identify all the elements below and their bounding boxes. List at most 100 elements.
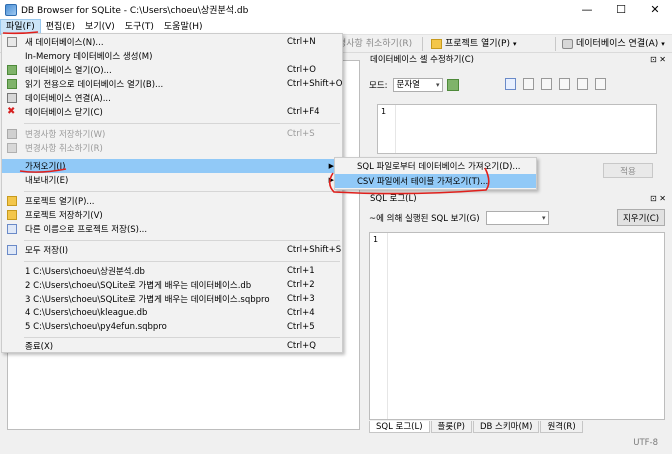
save-project-icon bbox=[7, 210, 17, 220]
menu-recent-2[interactable]: 2 C:\Users\choeu\SQLite로 가볍게 배우는 데이터베이스.… bbox=[2, 278, 342, 292]
database-icon bbox=[562, 39, 573, 49]
sql-log-title-text: SQL 로그(L) bbox=[370, 194, 417, 204]
sql-log-view[interactable]: 1 bbox=[369, 232, 665, 420]
dock-controls-icon[interactable]: ⊡ ✕ bbox=[650, 54, 666, 66]
menu-label: 모두 저장(I) bbox=[25, 246, 69, 256]
menu-separator bbox=[24, 240, 340, 241]
null-icon[interactable] bbox=[577, 78, 588, 90]
open-readonly-icon bbox=[7, 79, 17, 89]
mode-label: 모드: bbox=[369, 81, 388, 91]
menu-in-memory-database[interactable]: In-Memory 데이터베이스 생성(M) bbox=[2, 49, 342, 63]
menu-shortcut: Ctrl+5 bbox=[287, 322, 315, 332]
menu-label: 새 데이터베이스(N)... bbox=[25, 38, 104, 48]
line-number: 1 bbox=[378, 105, 396, 153]
save-all-icon bbox=[7, 245, 17, 255]
save-icon bbox=[7, 129, 17, 139]
revert-changes-label: 경사항 취소하기(R) bbox=[338, 39, 413, 49]
sql-log-dock-title: SQL 로그(L) ⊡ ✕ bbox=[367, 193, 670, 205]
menu-shortcut: Ctrl+Q bbox=[287, 341, 316, 351]
edit-cell-dock-title: 데이터베이스 셀 수정하기(C) ⊡ ✕ bbox=[367, 54, 670, 66]
export-icon[interactable] bbox=[559, 78, 570, 90]
folder-icon bbox=[7, 196, 17, 206]
text-mode-icon[interactable] bbox=[505, 78, 516, 90]
auto-switch-icon[interactable] bbox=[446, 79, 459, 91]
menu-open-database[interactable]: 데이터베이스 열기(O)... Ctrl+O bbox=[2, 63, 342, 77]
log-filter-label: ~에 의해 실행된 SQL 보기(G) bbox=[369, 214, 480, 224]
close-button[interactable]: ✕ bbox=[638, 0, 672, 19]
attach-database-button[interactable]: 데이터베이스 연결(A) ▾ bbox=[562, 37, 665, 51]
menu-label: 데이터베이스 닫기(C) bbox=[25, 108, 103, 118]
maximize-button[interactable]: ☐ bbox=[604, 0, 638, 19]
menu-import-from-csv[interactable]: CSV 파일에서 테이블 가져오기(T)... bbox=[335, 174, 536, 188]
menu-open-readonly[interactable]: 읽기 전용으로 데이터베이스 열기(B)... Ctrl+Shift+O bbox=[2, 77, 342, 91]
menu-import[interactable]: 가져오기(I) ▶ bbox=[2, 159, 342, 173]
menu-save-all[interactable]: 모두 저장(I) Ctrl+Shift+S bbox=[2, 243, 342, 257]
menu-shortcut: Ctrl+3 bbox=[287, 294, 315, 304]
apply-button[interactable]: 적용 bbox=[603, 163, 653, 178]
tab-remote[interactable]: 원격(R) bbox=[540, 421, 583, 433]
dock-controls-icon[interactable]: ⊡ ✕ bbox=[650, 193, 666, 205]
folder-icon bbox=[431, 39, 442, 49]
menu-save-project[interactable]: 프로젝트 저장하기(V) bbox=[2, 208, 342, 222]
import-icon[interactable] bbox=[541, 78, 552, 90]
open-project-label: 프로젝트 열기(P) bbox=[445, 39, 510, 49]
menu-label: 변경사항 저장하기(W) bbox=[25, 130, 106, 140]
open-project-button[interactable]: 프로젝트 열기(P) ▾ bbox=[431, 37, 517, 51]
chevron-down-icon: ▾ bbox=[513, 40, 517, 48]
open-database-icon bbox=[7, 65, 17, 75]
tab-sql-log[interactable]: SQL 로그(L) bbox=[369, 421, 430, 433]
attach-database-label: 데이터베이스 연결(A) bbox=[576, 39, 659, 49]
new-database-icon bbox=[7, 37, 17, 47]
tab-plot[interactable]: 플롯(P) bbox=[430, 421, 472, 433]
menu-import-from-sql[interactable]: SQL 파일로부터 데이터베이스 가져오기(D)... bbox=[335, 159, 536, 173]
mode-select[interactable]: 문자열 ▾ bbox=[392, 78, 443, 92]
menu-label: 프로젝트 열기(P)... bbox=[25, 197, 95, 207]
line-number: 1 bbox=[370, 233, 388, 419]
menu-close-database[interactable]: ✖ 데이터베이스 닫기(C) Ctrl+F4 bbox=[2, 105, 342, 119]
tab-db-schema[interactable]: DB 스키마(M) bbox=[472, 421, 540, 433]
menu-label: 4 C:\Users\choeu\kleague.db bbox=[25, 308, 148, 318]
save-as-icon bbox=[7, 224, 17, 234]
menu-recent-5[interactable]: 5 C:\Users\choeu\py4efun.sqbpro Ctrl+5 bbox=[2, 320, 342, 334]
menu-shortcut: Ctrl+Shift+O bbox=[287, 79, 343, 89]
menu-separator bbox=[24, 123, 340, 124]
menu-new-database[interactable]: 새 데이터베이스(N)... Ctrl+N bbox=[2, 35, 342, 49]
menu-revert-changes[interactable]: 변경사항 취소하기(R) bbox=[2, 141, 342, 155]
menu-open-project[interactable]: 프로젝트 열기(P)... bbox=[2, 194, 342, 208]
menu-label: SQL 파일로부터 데이터베이스 가져오기(D)... bbox=[357, 162, 521, 172]
log-source-select[interactable]: ▾ bbox=[485, 211, 549, 225]
chevron-down-icon: ▾ bbox=[661, 40, 665, 48]
menu-shortcut: Ctrl+S bbox=[287, 129, 315, 139]
menu-recent-3[interactable]: 3 C:\Users\choeu\SQLite로 가볍게 배우는 데이터베이스.… bbox=[2, 292, 342, 306]
menu-label: 프로젝트 저장하기(V) bbox=[25, 211, 103, 221]
menu-attach-database[interactable]: 데이터베이스 연결(A)... bbox=[2, 91, 342, 105]
menu-exit[interactable]: 종료(X) Ctrl+Q bbox=[2, 339, 342, 353]
menu-shortcut: Ctrl+O bbox=[287, 65, 316, 75]
menu-write-changes[interactable]: 변경사항 저장하기(W) Ctrl+S bbox=[2, 127, 342, 141]
cell-editor[interactable]: 1 bbox=[377, 104, 657, 154]
menu-shortcut: Ctrl+F4 bbox=[287, 107, 320, 117]
menu-export[interactable]: 내보내기(E) ▶ bbox=[2, 173, 342, 187]
title-bar: DB Browser for SQLite - C:\Users\choeu\상… bbox=[0, 0, 672, 19]
revert-changes-button[interactable]: 경사항 취소하기(R) bbox=[338, 37, 412, 51]
clear-log-button[interactable]: 지우기(C) bbox=[617, 209, 665, 226]
log-filter-row: ~에 의해 실행된 SQL 보기(G) ▾ bbox=[369, 210, 549, 226]
menu-label: 변경사항 취소하기(R) bbox=[25, 144, 103, 154]
chevron-down-icon: ▾ bbox=[542, 214, 546, 222]
menu-label: 다른 이름으로 프로젝트 저장(S)... bbox=[25, 225, 148, 235]
menu-label: 내보내기(E) bbox=[25, 176, 69, 186]
dock-tabs: SQL 로그(L) 플롯(P) DB 스키마(M) 원격(R) bbox=[369, 421, 584, 433]
menu-label: 3 C:\Users\choeu\SQLite로 가볍게 배우는 데이터베이스.… bbox=[25, 295, 270, 305]
print-icon[interactable] bbox=[595, 78, 606, 90]
minimize-button[interactable]: — bbox=[570, 0, 604, 19]
menu-label: 데이터베이스 연결(A)... bbox=[25, 94, 111, 104]
menu-shortcut: Ctrl+2 bbox=[287, 280, 315, 290]
menu-recent-1[interactable]: 1 C:\Users\choeu\상권분석.db Ctrl+1 bbox=[2, 264, 342, 278]
status-bar: UTF-8 bbox=[0, 435, 672, 454]
menu-save-project-as[interactable]: 다른 이름으로 프로젝트 저장(S)... bbox=[2, 222, 342, 236]
document-icon[interactable] bbox=[523, 78, 534, 90]
menu-label: 읽기 전용으로 데이터베이스 열기(B)... bbox=[25, 80, 164, 90]
menu-recent-4[interactable]: 4 C:\Users\choeu\kleague.db Ctrl+4 bbox=[2, 306, 342, 320]
menu-label: 1 C:\Users\choeu\상권분석.db bbox=[25, 267, 145, 277]
window-title: DB Browser for SQLite - C:\Users\choeu\상… bbox=[21, 6, 249, 16]
